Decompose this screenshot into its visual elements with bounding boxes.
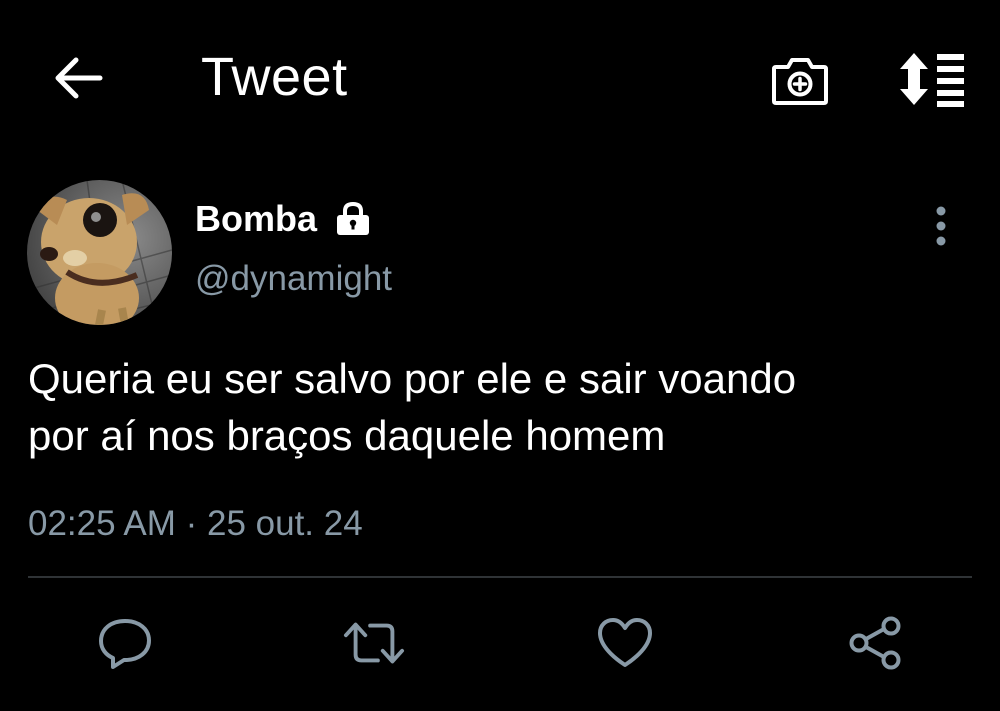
arrow-left-icon <box>55 57 103 99</box>
author-handle[interactable]: @dynamight <box>195 257 392 301</box>
top-bar: Tweet <box>0 0 1000 155</box>
back-button[interactable] <box>48 50 108 106</box>
page-title: Tweet <box>201 47 348 107</box>
reply-button[interactable] <box>94 612 156 674</box>
share-icon <box>849 616 901 670</box>
tweet-text: Queria eu ser salvo por ele e sair voand… <box>28 350 978 464</box>
tweet-text-line: Queria eu ser salvo por ele e sair voand… <box>28 355 797 402</box>
share-button[interactable] <box>844 612 906 674</box>
tweet-timestamp: 02:25 AM · 25 out. 24 <box>28 504 363 543</box>
camera-add-icon <box>772 58 828 105</box>
sort-updown-icon <box>900 53 964 107</box>
retweet-button[interactable] <box>343 612 405 674</box>
tweet-text-line: por aí nos braços daquele homem <box>28 412 666 459</box>
camera-button[interactable] <box>768 50 832 110</box>
divider <box>28 576 972 578</box>
retweet-icon <box>343 622 405 664</box>
reply-icon <box>99 619 151 669</box>
author-name[interactable]: Bomba <box>195 197 317 241</box>
lock-icon <box>333 201 373 237</box>
avatar-image <box>27 180 172 325</box>
avatar[interactable] <box>27 180 172 325</box>
like-button[interactable] <box>594 612 656 674</box>
heart-icon <box>598 618 652 667</box>
author-name-row: Bomba <box>195 197 373 241</box>
more-vertical-icon <box>936 206 946 246</box>
more-options-button[interactable] <box>922 204 960 248</box>
sort-button[interactable] <box>894 48 970 110</box>
